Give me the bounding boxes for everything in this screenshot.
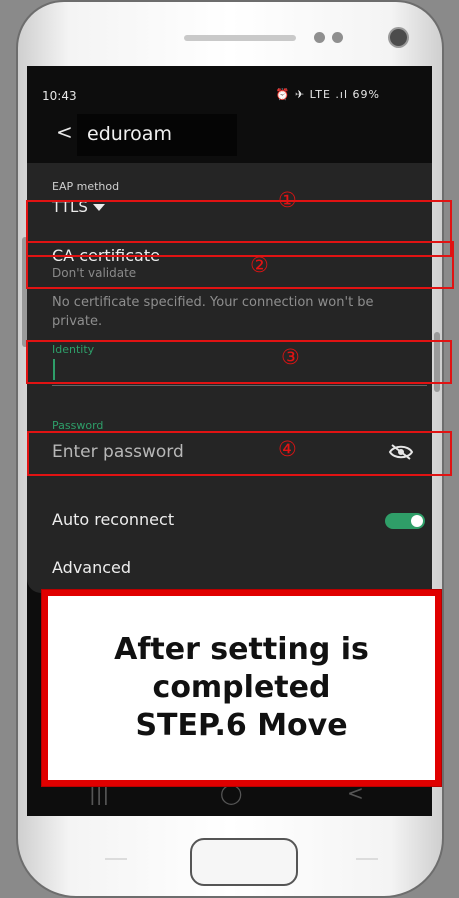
home-hardware-button[interactable]	[190, 838, 298, 886]
callout-line-1: After setting is	[114, 632, 369, 667]
earpiece-speaker	[184, 35, 296, 41]
back-icon[interactable]: <	[56, 120, 73, 144]
app-bar: < eduroam	[27, 114, 432, 156]
back-softkey	[356, 858, 378, 860]
callout-line-2: completed	[152, 670, 331, 705]
highlight-identity	[26, 340, 452, 384]
status-bar: 10:43 ⏰ ✈ LTE .ıl 69%	[27, 83, 432, 107]
step-number-2: ②	[250, 253, 269, 277]
page-title: eduroam	[87, 123, 172, 145]
front-camera-icon	[390, 29, 407, 46]
step-number-4: ④	[278, 437, 297, 461]
toggle-knob	[411, 515, 423, 527]
status-icons: ⏰ ✈ LTE .ıl 69%	[275, 88, 380, 101]
highlight-ca-certificate	[26, 241, 454, 289]
title-box: eduroam	[77, 114, 237, 156]
advanced-label[interactable]: Advanced	[52, 558, 131, 577]
eap-method-label: EAP method	[52, 180, 120, 193]
recents-softkey	[105, 858, 127, 860]
step-number-3: ③	[281, 345, 300, 369]
identity-underline	[52, 385, 427, 386]
highlight-password	[27, 431, 452, 476]
status-time: 10:43	[42, 89, 77, 103]
step-number-1: ①	[278, 188, 297, 212]
callout-line-3: STEP.6 Move	[135, 708, 348, 743]
proximity-sensor	[314, 32, 325, 43]
callout-text: After setting is completed STEP.6 Move	[62, 631, 422, 745]
auto-reconnect-toggle[interactable]	[385, 513, 425, 529]
certificate-warning: No certificate specified. Your connectio…	[52, 295, 374, 329]
light-sensor	[332, 32, 343, 43]
auto-reconnect-label: Auto reconnect	[52, 510, 175, 529]
instruction-callout: After setting is completed STEP.6 Move	[42, 590, 441, 786]
